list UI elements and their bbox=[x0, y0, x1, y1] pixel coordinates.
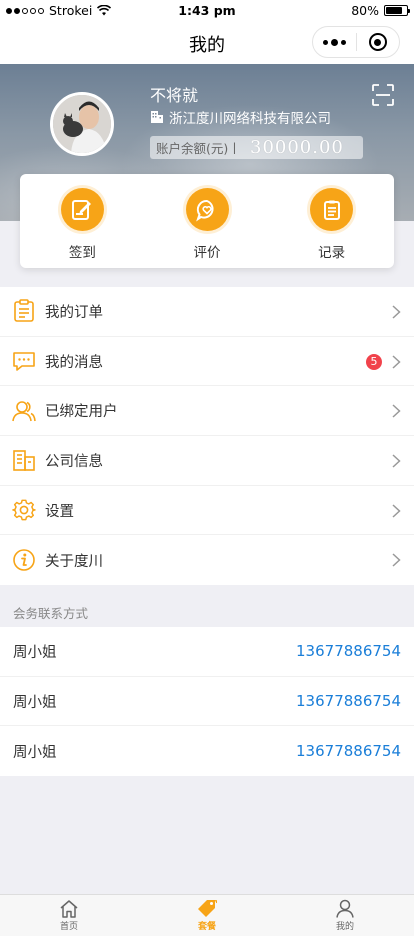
about-icon bbox=[12, 549, 35, 572]
action-review[interactable]: 评价 bbox=[145, 174, 270, 268]
menu-item-settings[interactable]: 设置 bbox=[0, 486, 414, 536]
action-label: 签到 bbox=[68, 245, 96, 261]
close-miniprogram-button[interactable] bbox=[356, 27, 399, 57]
battery-percent: 80% bbox=[351, 3, 379, 18]
menu-list: 我的订单 我的消息 5 已绑定用户 公司信息 设置 关于度川 bbox=[0, 287, 414, 586]
menu-item-about[interactable]: 关于度川 bbox=[0, 535, 414, 585]
menu-item-bound-users[interactable]: 已绑定用户 bbox=[0, 386, 414, 437]
sign-in-icon bbox=[60, 188, 104, 231]
tab-label: 我的 bbox=[335, 922, 354, 932]
quick-actions-card: 签到 评价 记录 bbox=[20, 174, 394, 268]
record-icon bbox=[310, 188, 354, 231]
contact-name: 周小姐 bbox=[13, 644, 57, 661]
chevron-right-icon bbox=[392, 504, 401, 518]
action-sign-in[interactable]: 签到 bbox=[20, 174, 145, 268]
navigation-bar: 我的 bbox=[0, 20, 414, 64]
company-row: 浙江度川网络科技有限公司 bbox=[150, 107, 331, 127]
message-icon bbox=[12, 352, 35, 371]
avatar-image bbox=[53, 95, 111, 153]
user-name: 不将就 bbox=[150, 86, 199, 105]
balance-label: 账户余额(元)丨 bbox=[156, 141, 241, 156]
menu-item-label: 公司信息 bbox=[45, 453, 103, 470]
contact-row: 周小姐 13677886754 bbox=[0, 677, 414, 727]
contact-phone-link[interactable]: 13677886754 bbox=[296, 742, 401, 760]
tab-package[interactable]: 套餐 bbox=[138, 895, 276, 936]
bound-users-icon bbox=[11, 400, 36, 421]
target-icon bbox=[368, 33, 387, 51]
chevron-right-icon bbox=[392, 305, 401, 319]
menu-item-label: 我的订单 bbox=[45, 304, 103, 321]
chevron-right-icon bbox=[392, 553, 401, 567]
order-icon bbox=[13, 299, 34, 323]
contact-row: 周小姐 13677886754 bbox=[0, 726, 414, 776]
contact-name: 周小姐 bbox=[13, 694, 57, 711]
chevron-right-icon bbox=[392, 404, 401, 418]
menu-item-label: 设置 bbox=[45, 503, 74, 520]
contact-row: 周小姐 13677886754 bbox=[0, 627, 414, 677]
chevron-right-icon bbox=[392, 355, 401, 369]
balance-value: 30000.00 bbox=[250, 137, 344, 158]
menu-item-label: 已绑定用户 bbox=[45, 404, 118, 421]
miniprogram-capsule bbox=[312, 26, 400, 58]
review-icon bbox=[185, 188, 229, 231]
tab-profile[interactable]: 我的 bbox=[276, 895, 414, 936]
menu-item-label: 我的消息 bbox=[45, 354, 103, 371]
bottom-tab-bar: 首页 套餐 我的 bbox=[0, 894, 414, 936]
tab-home[interactable]: 首页 bbox=[0, 895, 138, 936]
action-label: 记录 bbox=[318, 245, 346, 261]
contacts-section-title: 会务联系方式 bbox=[13, 606, 89, 621]
menu-item-label: 关于度川 bbox=[45, 553, 103, 570]
contacts-list: 周小姐 13677886754 周小姐 13677886754 周小姐 1367… bbox=[0, 627, 414, 777]
building-icon bbox=[151, 111, 163, 123]
settings-icon bbox=[11, 499, 36, 521]
package-tag-icon bbox=[198, 899, 217, 917]
menu-item-company-info[interactable]: 公司信息 bbox=[0, 436, 414, 486]
more-options-button[interactable] bbox=[313, 27, 356, 57]
profile-icon bbox=[336, 899, 354, 918]
battery-icon bbox=[384, 5, 410, 16]
home-icon bbox=[60, 900, 78, 918]
menu-item-my-orders[interactable]: 我的订单 bbox=[0, 287, 414, 337]
contact-phone-link[interactable]: 13677886754 bbox=[296, 642, 401, 660]
company-icon bbox=[12, 450, 35, 472]
tab-label: 首页 bbox=[59, 922, 78, 932]
action-record[interactable]: 记录 bbox=[269, 174, 394, 268]
contact-name: 周小姐 bbox=[13, 744, 57, 761]
chevron-right-icon bbox=[392, 454, 401, 468]
action-label: 评价 bbox=[193, 245, 221, 261]
menu-item-my-messages[interactable]: 我的消息 5 bbox=[0, 337, 414, 387]
scan-icon[interactable] bbox=[372, 84, 394, 106]
company-name: 浙江度川网络科技有限公司 bbox=[169, 111, 331, 127]
battery-info: 80% bbox=[351, 3, 410, 18]
unread-count-badge: 5 bbox=[366, 353, 382, 370]
contact-phone-link[interactable]: 13677886754 bbox=[296, 692, 401, 710]
status-bar: Strokei 1:43 pm 80% bbox=[0, 0, 414, 20]
tab-label: 套餐 bbox=[197, 922, 216, 932]
avatar[interactable] bbox=[50, 92, 114, 156]
account-balance: 账户余额(元)丨 30000.00 bbox=[150, 136, 363, 159]
